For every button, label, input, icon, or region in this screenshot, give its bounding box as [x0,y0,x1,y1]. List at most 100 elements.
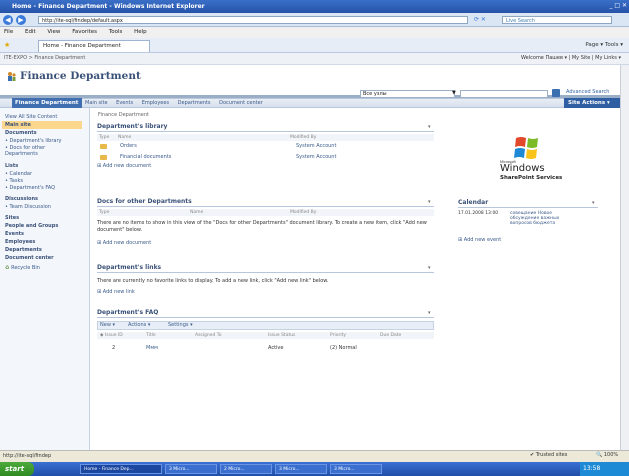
divider [97,272,434,273]
browser-tab[interactable]: Home - Finance Department [38,40,150,52]
col-priority[interactable]: Priority [330,333,346,338]
library-webpart-title[interactable]: Department's library [97,123,167,130]
left-nav-discussions[interactable]: Discussions [5,196,38,202]
zoom-level[interactable]: 🔍 100% [596,452,618,458]
col-type: Type [99,210,110,215]
top-nav-main-site[interactable]: Main site [85,100,108,106]
search-go-icon[interactable] [552,89,560,97]
advanced-search-link[interactable]: Advanced Search [566,89,609,95]
left-nav-docs-other[interactable]: • Docs for other Departments [5,145,65,157]
faq-webpart-title[interactable]: Department's FAQ [97,309,158,316]
taskbar-item-2[interactable]: 3 Micro... [165,464,217,474]
breadcrumb[interactable]: Finance Department [98,112,149,118]
menu-edit[interactable]: Edit [25,29,36,35]
menu-view[interactable]: View [47,29,60,35]
col-due-date[interactable]: Due Date [380,333,401,338]
faq-settings-menu[interactable]: Settings ▾ [168,322,193,328]
taskbar-item-ie[interactable]: Home - Finance Dep... [80,464,162,474]
top-nav-events[interactable]: Events [116,100,133,106]
faq-new-menu[interactable]: New ▾ [100,322,115,328]
library-item-orders[interactable]: Orders [120,143,137,149]
left-nav-sites[interactable]: Sites [5,215,19,221]
left-nav-team-discussion[interactable]: • Team Discussion [5,204,51,210]
forward-icon[interactable]: ▶ [16,15,26,25]
webpart-menu-icon[interactable]: ▾ [428,310,431,316]
add-document-link[interactable]: ⊞ Add new document [97,163,151,169]
calendar-webpart-title[interactable]: Calendar [458,199,488,206]
col-issue-id[interactable]: ◆ Issue ID [100,333,123,338]
left-nav-people[interactable]: People and Groups [5,223,58,229]
live-search-input[interactable]: Live Search [502,16,612,24]
left-nav-faq[interactable]: • Department's FAQ [5,185,55,191]
add-document-link-2[interactable]: ⊞ Add new document [97,240,151,246]
site-title[interactable]: Finance Department [20,70,141,82]
top-nav-departments[interactable]: Departments [178,100,211,106]
search-scope-select[interactable]: Все узлы [360,90,455,98]
menu-favorites[interactable]: Favorites [72,29,97,35]
command-bar[interactable]: Page ▾ Tools ▾ [585,42,623,48]
left-nav-events[interactable]: Events [5,231,24,237]
faq-row-status: Active [268,345,284,351]
faq-row-title[interactable]: Ммм [146,345,158,351]
clock: 13:58 [583,465,601,472]
welcome-menu[interactable]: Welcome Пашев ▾ | My Site | My Links ▾ [521,55,621,61]
view-all-content-link[interactable]: View All Site Content [5,114,57,120]
top-nav-employees[interactable]: Employees [142,100,169,106]
taskbar-item-3[interactable]: 2 Micro... [220,464,272,474]
calendar-event-time: 17.01.2008 13:00 [458,211,499,216]
faq-row-id: 2 [112,345,116,351]
favorites-star-icon[interactable]: ★ [4,41,10,49]
links-webpart-title[interactable]: Department's links [97,264,161,271]
webpart-menu-icon[interactable]: ▾ [428,124,431,130]
webpart-menu-icon[interactable]: ▾ [428,265,431,271]
col-modified-by[interactable]: Modified By [290,135,316,140]
library-item-modified[interactable]: System Account [296,143,336,149]
add-event-link[interactable]: ⊞ Add new event [458,237,501,243]
col-modified-by[interactable]: Modified By [290,210,316,215]
left-nav-recycle-bin[interactable]: ♻ Recycle Bin [5,265,40,271]
back-icon[interactable]: ◀ [3,15,13,25]
left-nav-dept-library[interactable]: • Department's library [5,138,61,144]
scope-dropdown-icon[interactable]: ▼ [452,90,456,96]
divider [97,317,434,318]
divider [97,206,434,207]
address-input[interactable]: http://ite-sql/findep/default.aspx [38,16,468,24]
top-nav-document-center[interactable]: Document center [219,100,263,106]
calendar-event-link[interactable]: совещание Новое обсуждение важных вопрос… [510,211,580,226]
logo-windows: Windows [500,163,545,174]
top-nav-finance[interactable]: Finance Department [12,98,82,108]
menu-file[interactable]: File [4,29,13,35]
vertical-scrollbar[interactable] [620,65,629,450]
left-nav-document-center[interactable]: Document center [5,255,54,261]
col-name[interactable]: Name [118,135,131,140]
col-title[interactable]: Title [146,333,156,338]
taskbar-item-4[interactable]: 3 Micro... [275,464,327,474]
site-actions-button[interactable]: Site Actions ▾ [564,98,620,108]
col-name[interactable]: Name [190,210,203,215]
taskbar-item-5[interactable]: 3 Micro... [330,464,382,474]
window-title: Home - Finance Department - Windows Inte… [12,3,205,10]
webpart-menu-icon[interactable]: ▾ [592,200,595,206]
left-nav-calendar[interactable]: • Calendar [5,171,32,177]
col-assigned-to[interactable]: Assigned To [195,333,222,338]
menu-help[interactable]: Help [134,29,147,35]
menu-tools[interactable]: Tools [109,29,123,35]
site-people-icon [8,72,16,81]
left-nav-departments[interactable]: Departments [5,247,42,253]
add-link-link[interactable]: ⊞ Add new link [97,289,135,295]
docs-other-webpart-title[interactable]: Docs for other Departments [97,198,192,205]
faq-actions-menu[interactable]: Actions ▾ [128,322,150,328]
library-item-modified[interactable]: System Account [296,154,336,160]
left-nav-employees[interactable]: Employees [5,239,35,245]
refresh-stop-icons[interactable]: ⟳ ✕ [474,16,486,23]
webpart-menu-icon[interactable]: ▾ [428,199,431,205]
library-item-financial[interactable]: Financial documents [120,154,171,160]
left-nav-lists[interactable]: Lists [5,163,18,169]
window-controls[interactable]: _ □ ✕ [603,2,627,11]
site-search-input[interactable] [460,90,548,98]
left-nav-tasks[interactable]: • Tasks [5,178,23,184]
left-nav-documents[interactable]: Documents [5,130,37,136]
start-button[interactable]: start [0,462,34,476]
col-issue-status[interactable]: Issue Status [268,333,295,338]
left-nav-main-site[interactable]: Main site [2,121,82,129]
